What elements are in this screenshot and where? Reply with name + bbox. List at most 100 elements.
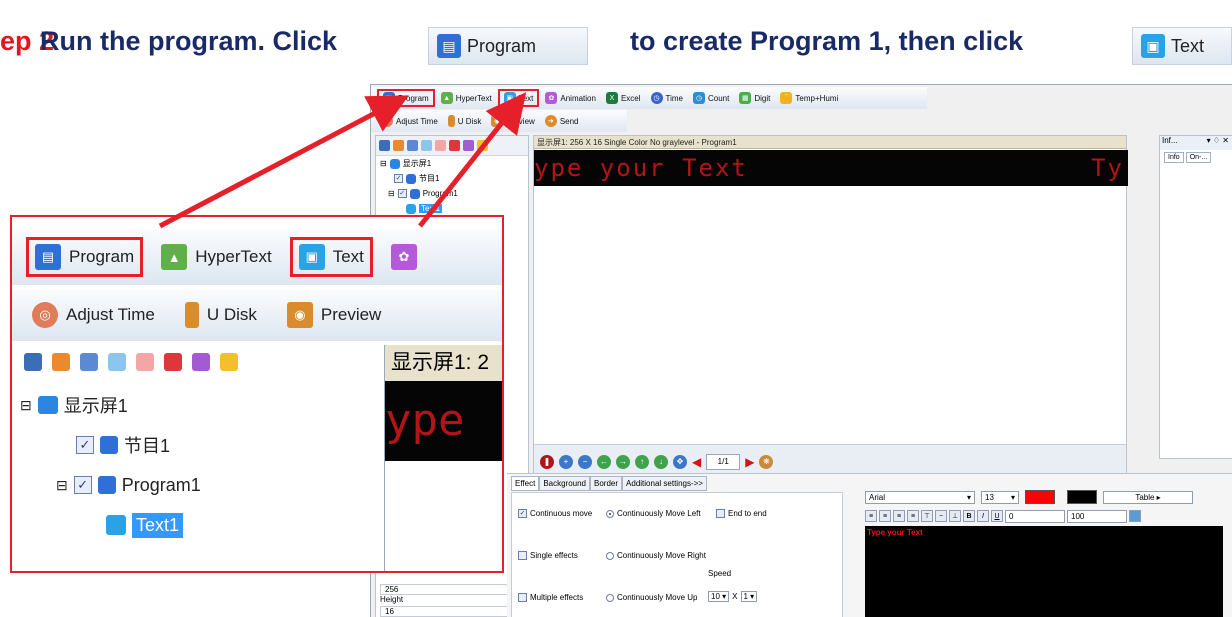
down-icon[interactable]: ↓ [654, 454, 668, 469]
justify-icon[interactable]: ≡ [907, 510, 919, 522]
zoom-preview: ◉ Preview [281, 295, 387, 335]
collapse-icon[interactable]: ⊟ [388, 189, 395, 198]
instruction-text-mid: to create Program 1, then click [630, 26, 1024, 56]
move-up-icon[interactable] [421, 140, 432, 151]
properties-area: Effect Background Border Additional sett… [507, 473, 1232, 617]
book-icon: ▣ [1141, 34, 1165, 58]
instruction-program-button: ▤ Program [428, 27, 588, 65]
checkbox[interactable] [518, 551, 527, 560]
zoom-editor: 显示屏1: 2 ype [384, 345, 502, 571]
prev-page-icon[interactable]: ◀ [692, 455, 701, 469]
tab-info[interactable]: Info [1164, 152, 1184, 163]
table-button[interactable]: Table ▸ [1103, 490, 1193, 504]
underline-icon[interactable]: U [991, 510, 1003, 522]
zoom-tree-screen: ⊟ 显示屏1 [20, 396, 128, 416]
save-icon[interactable] [379, 140, 390, 151]
copy-icon[interactable] [393, 140, 404, 151]
end-to-end-option[interactable]: End to end [716, 509, 767, 518]
adjust-time-button[interactable]: ◎ Adjust Time [377, 112, 442, 130]
continuous-move-option[interactable]: ✓ Continuous move [518, 509, 592, 518]
spacing-input[interactable]: 0 [1005, 509, 1065, 523]
toolbar-time-button[interactable]: ◷ Time [647, 89, 687, 107]
scale-input[interactable]: 100 [1067, 509, 1127, 523]
multiple-effects-option[interactable]: Multiple effects [518, 593, 583, 602]
speed-label: Speed [708, 569, 732, 578]
pin-icon[interactable]: ▾ ♢ ✕ [1207, 136, 1229, 150]
align-right-icon[interactable]: ≡ [893, 510, 905, 522]
radio[interactable] [606, 593, 614, 602]
checkbox[interactable] [518, 593, 527, 602]
next-icon[interactable]: → [616, 454, 630, 469]
move-right-option[interactable]: Continuously Move Right [606, 551, 706, 560]
single-effects-option[interactable]: Single effects [518, 551, 578, 560]
pause-icon[interactable]: ❚ [540, 454, 554, 469]
checkbox[interactable] [716, 509, 725, 518]
send-button[interactable]: ➜ Send [541, 112, 583, 130]
move-up-option[interactable]: Continuously Move Up [606, 593, 697, 602]
zoom-tree-node1: ✓ 节目1 [20, 425, 201, 465]
checkbox[interactable]: ✓ [518, 509, 527, 518]
width-field[interactable]: 256 [380, 584, 524, 595]
radio[interactable] [606, 551, 614, 560]
toolbar-count-button[interactable]: ◷ Count [689, 89, 733, 107]
u-disk-button[interactable]: U Disk [444, 112, 486, 130]
background-color-swatch[interactable] [1067, 490, 1097, 504]
tab-effect[interactable]: Effect [511, 476, 540, 491]
toolbar-temphumi-button[interactable]: ‾ Temp+Humi [776, 89, 842, 107]
move-icon[interactable]: ✥ [673, 454, 687, 469]
paste-icon[interactable] [407, 140, 418, 151]
gauge-icon: ◎ [381, 115, 393, 127]
speed-select[interactable]: 10 ▾ [708, 591, 730, 602]
tree-node-program1[interactable]: ⊟ ✓ Program1 [380, 186, 528, 201]
height-field[interactable]: 16 [380, 606, 524, 617]
tab-background[interactable]: Background [539, 476, 591, 491]
check-icon[interactable] [463, 140, 474, 151]
zoom-in-icon[interactable]: + [559, 454, 573, 469]
save-icon [24, 353, 42, 371]
toolbar-digit-button[interactable]: ▦ Digit [735, 89, 774, 107]
toolbar-hypertext-button[interactable]: ▲ HyperText [437, 89, 496, 107]
text-color-swatch[interactable] [1025, 490, 1055, 504]
valign-middle-icon[interactable]: − [935, 510, 947, 522]
font-size-select[interactable]: 13 ▾ [981, 490, 1019, 504]
digit-icon: ▦ [739, 92, 752, 104]
checkbox[interactable]: ✓ [394, 174, 403, 183]
toolbar-animation-button[interactable]: ✿ Animation [541, 89, 600, 107]
delete-icon[interactable] [449, 140, 460, 151]
checkbox[interactable]: ✓ [397, 189, 407, 198]
zoom-animation-button: ✿ [385, 237, 423, 277]
collapse-icon: ⊟ [56, 476, 68, 493]
tab-additional-settings[interactable]: Additional settings->> [622, 476, 707, 491]
tab-border[interactable]: Border [590, 476, 623, 491]
prev-icon[interactable]: ← [597, 454, 611, 469]
image-icon[interactable] [1129, 510, 1141, 522]
align-center-icon[interactable]: ≡ [879, 510, 891, 522]
preview-button[interactable]: ◉ Preview [487, 112, 538, 130]
tree-node-program-1[interactable]: ✓ 节目1 [380, 171, 528, 186]
tree-node-screen[interactable]: ⊟ 显示屏1 [380, 156, 528, 171]
up-icon[interactable]: ↑ [635, 454, 649, 469]
settings-icon[interactable]: ❋ [759, 454, 774, 469]
tree-node-text1[interactable]: Text1 [380, 201, 528, 216]
zoom-program-button: ▤ Program [26, 237, 144, 277]
align-left-icon[interactable]: ≡ [865, 510, 877, 522]
bold-icon[interactable]: B [963, 510, 975, 522]
italic-icon[interactable]: I [977, 510, 989, 522]
toolbar-program-button[interactable]: ▤ Program [377, 89, 435, 107]
radio-selected[interactable] [606, 509, 614, 518]
zoom-out-icon[interactable]: − [578, 454, 592, 469]
search-icon[interactable] [477, 140, 488, 151]
font-select[interactable]: Arial ▾ [865, 490, 975, 504]
next-page-icon[interactable]: ▶ [745, 455, 754, 469]
move-down-icon[interactable] [435, 140, 446, 151]
text-content-area[interactable]: Type your Text [865, 526, 1223, 617]
multiplier-select[interactable]: 1 ▾ [740, 591, 758, 602]
valign-top-icon[interactable]: ⊤ [921, 510, 933, 522]
collapse-icon[interactable]: ⊟ [380, 159, 387, 168]
valign-bottom-icon[interactable]: ⊥ [949, 510, 961, 522]
toolbar-excel-button[interactable]: X Excel [602, 89, 645, 107]
toolbar-text-button[interactable]: ▣ Text [497, 89, 540, 107]
zoom-toolbar-row2: ◎ Adjust Time U Disk ◉ Preview [12, 289, 502, 341]
tab-on[interactable]: On-... [1185, 152, 1212, 163]
move-left-option[interactable]: Continuously Move Left [606, 509, 701, 518]
